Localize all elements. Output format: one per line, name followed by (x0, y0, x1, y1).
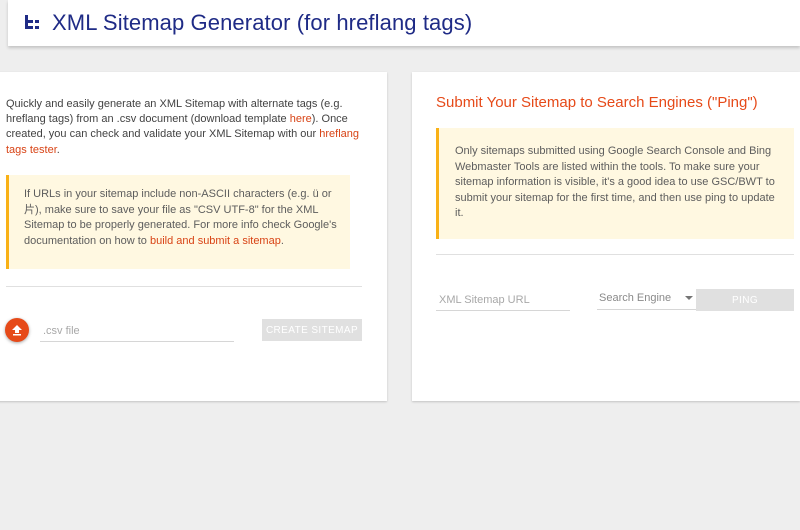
ping-note: Only sitemaps submitted using Google Sea… (436, 128, 794, 239)
page-title: XML Sitemap Generator (for hreflang tags… (52, 10, 473, 35)
ping-card: Submit Your Sitemap to Search Engines ("… (412, 72, 800, 401)
build-sitemap-link[interactable]: build and submit a sitemap (150, 235, 281, 247)
generator-card: Quickly and easily generate an XML Sitem… (0, 72, 387, 401)
upload-button[interactable] (5, 318, 29, 342)
sitemap-url-input[interactable] (436, 293, 570, 311)
encoding-note: If URLs in your sitemap include non-ASCI… (6, 175, 350, 269)
ping-title: Submit Your Sitemap to Search Engines ("… (436, 94, 758, 111)
divider (6, 286, 362, 287)
intro-text-part: . (56, 143, 60, 156)
sitemap-icon (25, 15, 39, 29)
ping-button[interactable]: PING (696, 289, 794, 311)
search-engine-select[interactable]: Search Engine (597, 290, 698, 310)
search-engine-label: Search Engine (599, 292, 672, 304)
upload-icon (12, 325, 22, 336)
divider (436, 254, 794, 255)
app-header: XML Sitemap Generator (for hreflang tags… (8, 0, 800, 46)
intro-text: Quickly and easily generate an XML Sitem… (6, 97, 366, 158)
download-template-link[interactable]: here (290, 113, 312, 125)
note-text: . (280, 234, 284, 247)
chevron-down-icon (685, 296, 693, 300)
csv-file-input[interactable] (40, 324, 234, 342)
create-sitemap-button[interactable]: CREATE SITEMAP (262, 319, 362, 341)
